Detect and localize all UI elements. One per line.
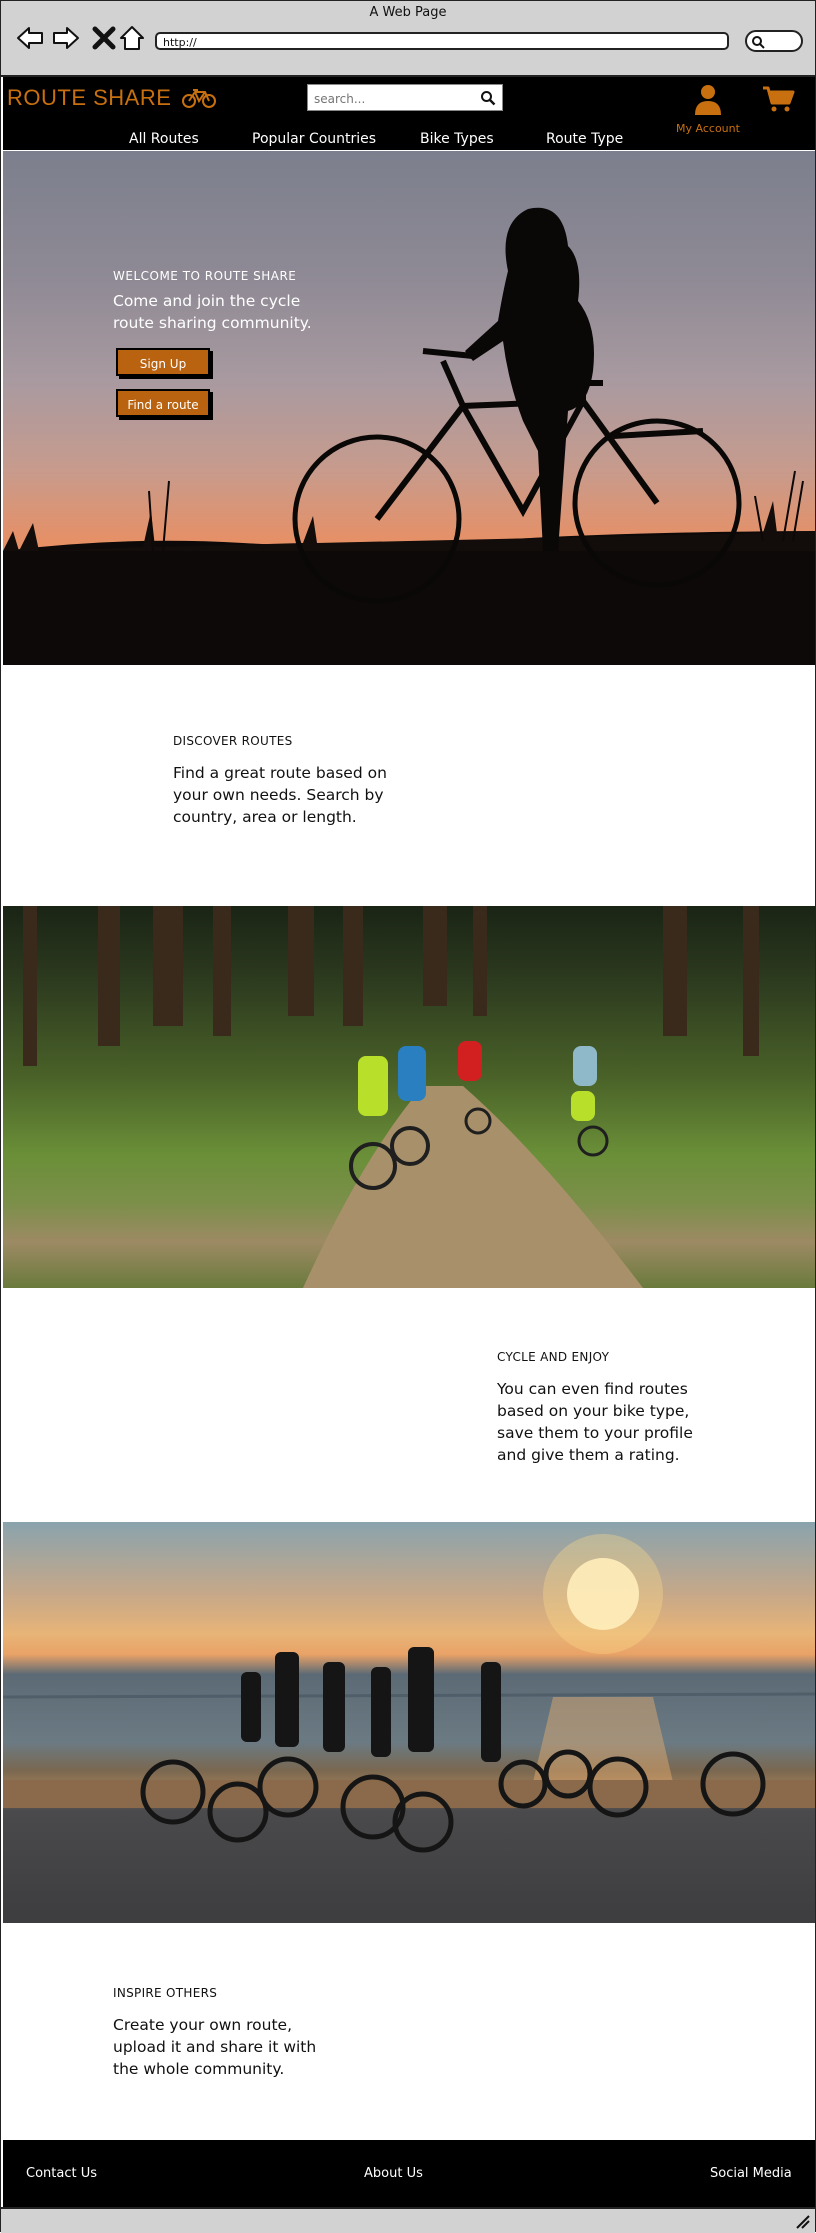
url-bar[interactable]: http://	[155, 32, 729, 50]
bicycle-icon	[182, 89, 216, 108]
forest-illustration	[23, 906, 759, 1288]
browser-status-bar	[1, 2207, 815, 2233]
window-title: A Web Page	[369, 5, 447, 20]
site-footer: Contact Us About Us Social Media	[3, 2140, 815, 2207]
resize-grip-icon[interactable]	[793, 2212, 811, 2230]
footer-contact-us[interactable]: Contact Us	[26, 2166, 97, 2181]
browser-search-field[interactable]	[745, 30, 803, 52]
nav-bike-types[interactable]: Bike Types	[420, 131, 494, 147]
sign-up-button[interactable]: Sign Up	[116, 348, 210, 376]
close-icon[interactable]	[89, 23, 119, 53]
footer-about-us[interactable]: About Us	[364, 2166, 423, 2181]
footer-social-media[interactable]: Social Media	[710, 2166, 792, 2181]
search-icon[interactable]	[480, 90, 496, 106]
main-nav: All Routes Popular Countries Bike Types …	[3, 131, 815, 149]
nav-all-routes[interactable]: All Routes	[129, 131, 199, 147]
home-icon[interactable]	[117, 23, 147, 53]
section-kicker: INSPIRE OTHERS	[113, 1986, 218, 2000]
browser-chrome: A Web Page http://	[1, 1, 815, 77]
user-icon	[695, 85, 721, 115]
site-search	[307, 84, 503, 111]
section-body: You can even find routes based on your b…	[497, 1380, 693, 1464]
beach-sunset-cyclists-image	[3, 1522, 815, 1923]
site-header: ROUTE SHARE My Account	[3, 77, 815, 150]
section-body: Find a great route based on your own nee…	[173, 764, 387, 826]
discover-routes-section: DISCOVER ROUTES Find a great route based…	[173, 734, 403, 828]
cycle-and-enjoy-section: CYCLE AND ENJOY You can even find routes…	[497, 1350, 709, 1466]
hero-banner: WELCOME TO ROUTE SHARE Come and join the…	[3, 151, 815, 665]
site-logo[interactable]: ROUTE SHARE	[7, 85, 171, 111]
hero-kicker: WELCOME TO ROUTE SHARE	[113, 269, 297, 283]
nav-route-type[interactable]: Route Type	[546, 131, 623, 147]
cart-icon[interactable]	[761, 85, 795, 113]
forward-arrow-icon[interactable]	[51, 23, 81, 53]
my-account-link[interactable]: My Account	[675, 83, 741, 135]
forest-cyclists-image	[3, 906, 815, 1288]
section-body: Create your own route, upload it and sha…	[113, 2016, 317, 2078]
site-search-input[interactable]	[312, 88, 476, 109]
nav-popular-countries[interactable]: Popular Countries	[252, 131, 376, 147]
inspire-others-section: INSPIRE OTHERS Create your own route, up…	[113, 1986, 343, 2080]
section-kicker: CYCLE AND ENJOY	[497, 1350, 610, 1364]
sunset-illustration	[3, 1534, 815, 1853]
hero-lead: Come and join the cycle route sharing co…	[113, 292, 312, 332]
browser-window: A Web Page http:// ROUTE SHARE search...…	[0, 0, 816, 2233]
section-kicker: DISCOVER ROUTES	[173, 734, 293, 748]
hero-text: WELCOME TO ROUTE SHARE Come and join the…	[113, 269, 333, 334]
find-route-button[interactable]: Find a route	[116, 389, 210, 417]
back-arrow-icon[interactable]	[15, 23, 45, 53]
search-icon	[752, 36, 765, 49]
